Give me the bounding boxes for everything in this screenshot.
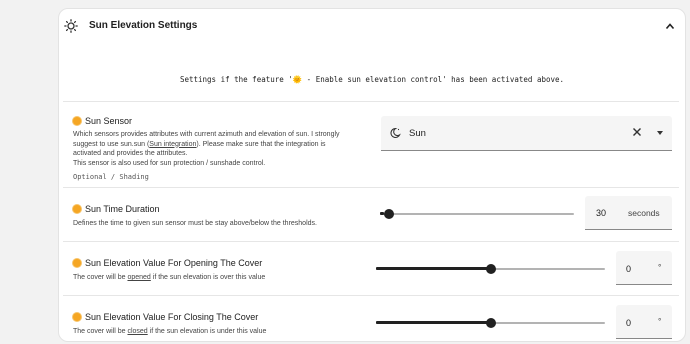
elevation-open-input[interactable]: 0 °	[616, 251, 672, 285]
time-duration-row: Sun Time Duration Defines the time to gi…	[63, 187, 679, 241]
sun-sensor-description: Which sensors provides attributes with c…	[73, 130, 363, 168]
clear-icon[interactable]	[632, 127, 642, 137]
desc-line-3: activated and provides the attributes.	[73, 150, 188, 157]
time-duration-slider[interactable]	[380, 208, 574, 220]
slider-thumb[interactable]	[485, 318, 496, 328]
elevation-open-row: Sun Elevation Value For Opening The Cove…	[63, 241, 679, 295]
sun-settings-icon	[64, 19, 78, 33]
elevation-close-input[interactable]: 0 °	[616, 305, 672, 339]
elevation-close-slider[interactable]	[376, 317, 605, 329]
elevation-close-label-wrap: Sun Elevation Value For Closing The Cove…	[73, 312, 258, 322]
elevation-open-value: 0	[626, 264, 632, 274]
slider-fill	[376, 267, 491, 270]
desc-pre: The cover will be	[73, 274, 128, 281]
sun-emoji-icon	[73, 259, 81, 267]
desc-pre: The cover will be	[73, 328, 128, 335]
sun-sensor-label: Sun Sensor	[85, 116, 133, 126]
moon-sun-icon	[390, 127, 401, 139]
feature-note: Settings if the feature '🌞 - Enable sun …	[179, 75, 565, 84]
desc-line-4: This sensor is also used for sun protect…	[73, 159, 266, 167]
sun-sensor-select[interactable]: Sun	[381, 116, 672, 151]
time-duration-input[interactable]: 30 seconds	[585, 196, 672, 230]
desc-line-2-pre: suggest to use sun.sun (	[73, 140, 150, 148]
elevation-close-description: The cover will be closed if the sun elev…	[73, 327, 363, 337]
elevation-close-label: Sun Elevation Value For Closing The Cove…	[85, 312, 259, 322]
elevation-close-unit: °	[658, 316, 662, 326]
time-duration-label-wrap: Sun Time Duration	[73, 204, 160, 214]
desc-emphasis: opened	[127, 274, 151, 281]
desc-post: if the sun elevation is under this value	[147, 328, 267, 335]
sun-integration-link[interactable]: Sun integration	[149, 141, 196, 148]
sun-sensor-row: Sun Sensor Which sensors provides attrib…	[63, 101, 679, 187]
sun-sensor-label-wrap: Sun Sensor	[73, 116, 132, 126]
chevron-up-icon[interactable]	[665, 22, 675, 30]
time-duration-value: 30	[596, 208, 607, 218]
elevation-open-slider[interactable]	[376, 263, 605, 275]
slider-thumb[interactable]	[485, 264, 496, 274]
sun-sensor-path: Optional / Shading	[73, 173, 149, 181]
slider-track	[380, 213, 574, 215]
section-header[interactable]: Sun Elevation Settings	[59, 9, 685, 45]
sun-emoji-icon	[73, 205, 81, 213]
elevation-open-label: Sun Elevation Value For Opening The Cove…	[85, 258, 263, 268]
time-duration-description: Defines the time to given sun sensor mus…	[73, 220, 317, 227]
time-duration-unit: seconds	[628, 208, 660, 218]
elevation-close-row: Sun Elevation Value For Closing The Cove…	[63, 295, 679, 341]
select-value: Sun	[409, 128, 426, 139]
desc-line-1: Which sensors provides attributes with c…	[73, 131, 340, 138]
elevation-close-value: 0	[626, 318, 632, 328]
desc-post: if the sun elevation is over this value	[150, 274, 266, 281]
desc-line-2: suggest to use sun.sun (Sun integration)…	[73, 140, 363, 150]
slider-thumb[interactable]	[383, 209, 394, 219]
desc-emphasis: closed	[127, 328, 148, 335]
sun-elevation-settings-card: Sun Elevation Settings Settings if the f…	[58, 8, 686, 342]
elevation-open-label-wrap: Sun Elevation Value For Opening The Cove…	[73, 258, 262, 268]
time-duration-label: Sun Time Duration	[85, 204, 160, 214]
section-title: Sun Elevation Settings	[89, 20, 198, 31]
slider-fill	[376, 321, 491, 324]
sun-emoji-icon	[73, 117, 81, 125]
sun-emoji-icon	[73, 313, 81, 321]
dropdown-arrow-icon[interactable]	[657, 131, 663, 135]
desc-line-2-post: ). Please make sure that the integration…	[196, 140, 326, 148]
elevation-open-unit: °	[658, 262, 662, 272]
elevation-open-description: The cover will be opened if the sun elev…	[73, 273, 363, 283]
